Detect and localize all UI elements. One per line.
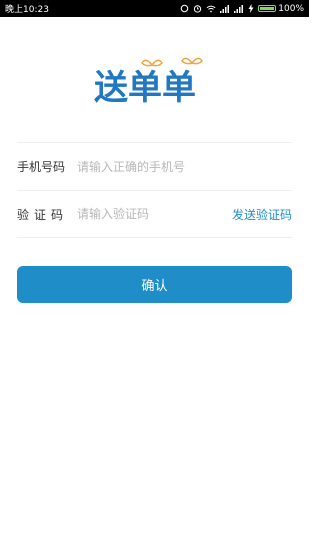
signal-icon-1 — [220, 4, 230, 13]
brand-logo: 送单单 — [92, 55, 218, 108]
phone-label: 手机号码 — [17, 160, 66, 174]
alarm-icon — [193, 4, 202, 13]
status-icons: 100% — [180, 4, 304, 14]
signal-icon-2 — [234, 4, 244, 13]
code-input[interactable] — [77, 207, 232, 221]
status-bar: 晚上10:23 100% — [0, 0, 309, 17]
send-code-button[interactable]: 发送验证码 — [232, 206, 292, 223]
code-label: 验证码 — [17, 207, 69, 222]
confirm-button[interactable]: 确认 — [17, 266, 292, 303]
svg-text:送单单: 送单单 — [94, 68, 196, 105]
code-row: 验证码 发送验证码 — [17, 190, 292, 238]
charging-icon — [248, 4, 254, 13]
wifi-icon — [206, 5, 216, 13]
status-time: 晚上10:23 — [5, 5, 49, 15]
phone-input[interactable] — [77, 159, 292, 174]
phone-row: 手机号码 — [17, 142, 292, 190]
battery-icon — [258, 5, 277, 12]
battery-percent: 100% — [278, 3, 304, 14]
sync-icon — [180, 4, 189, 13]
